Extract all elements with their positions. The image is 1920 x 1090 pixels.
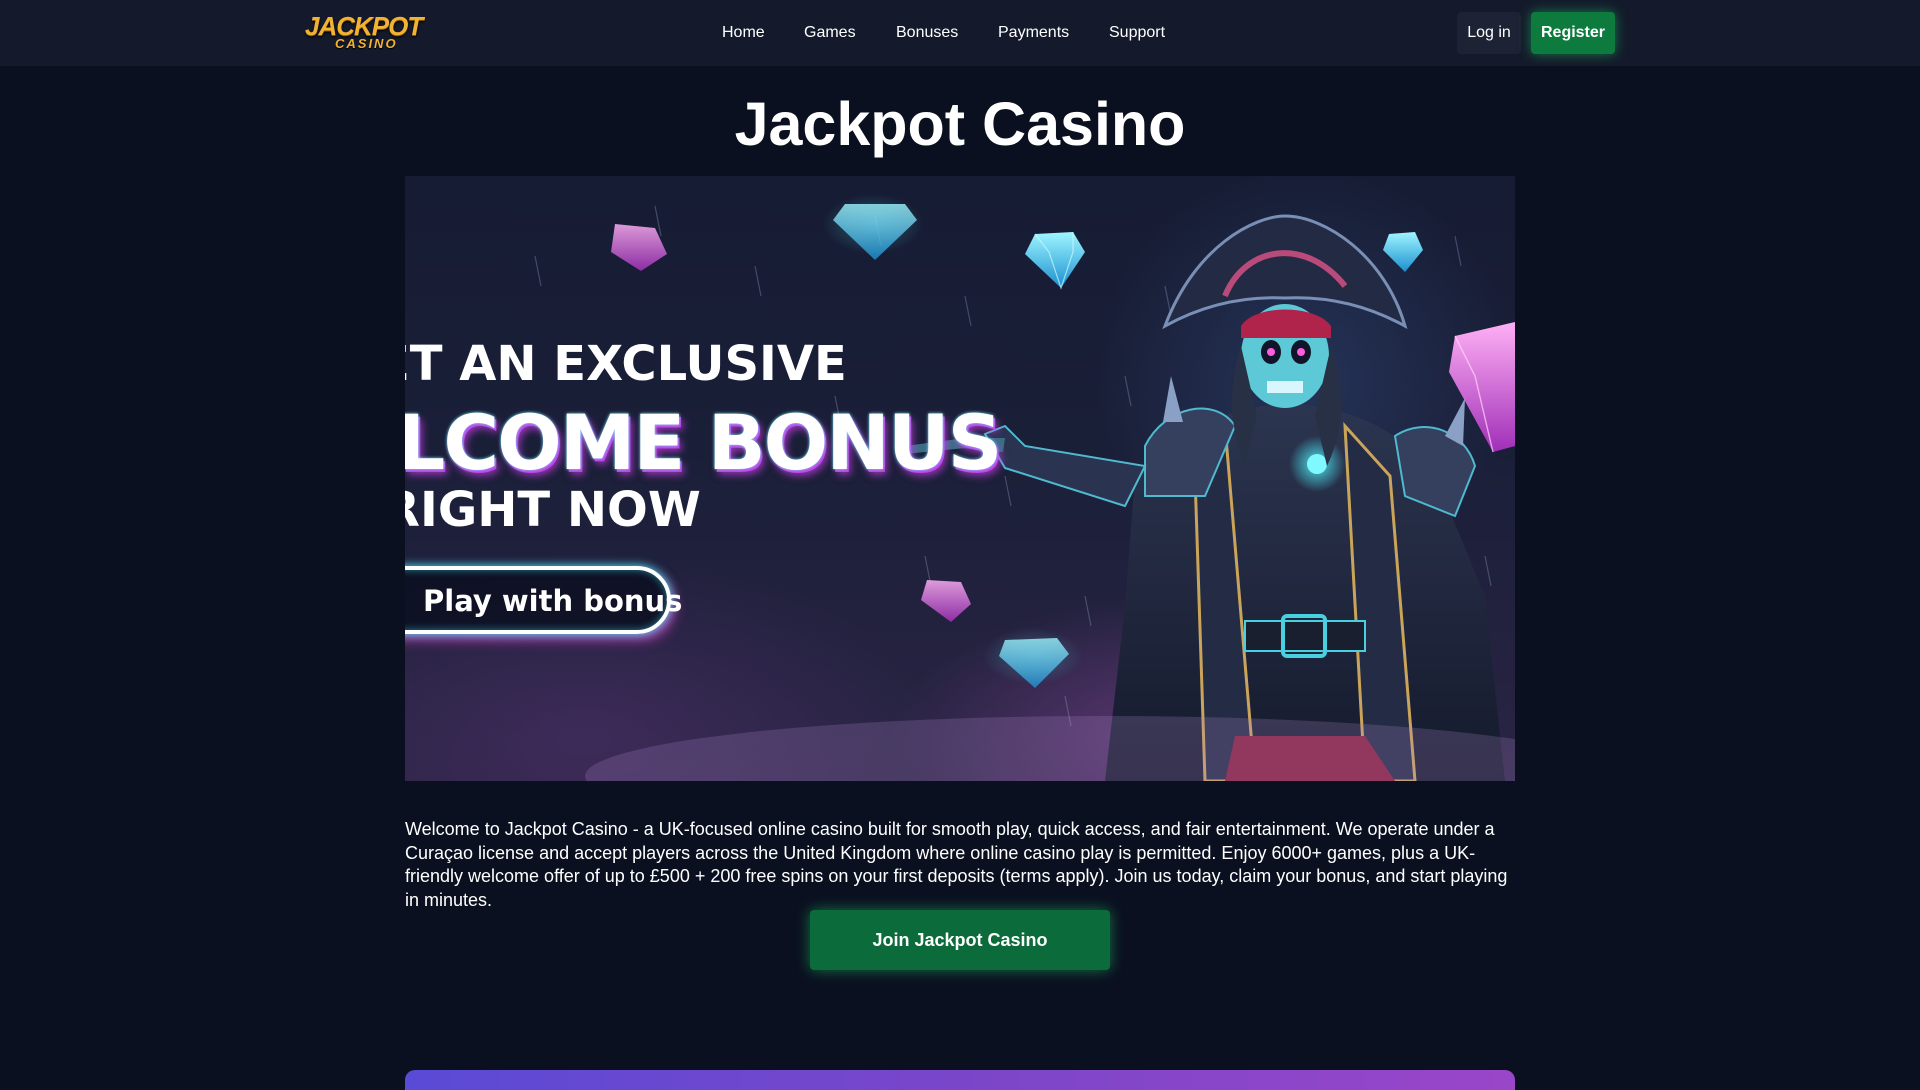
play-with-bonus-label: Play with bonus	[423, 584, 683, 618]
page-title: Jackpot Casino	[734, 90, 1186, 158]
gem-cyan-4	[983, 628, 1083, 688]
register-button[interactable]: Register	[1531, 12, 1615, 54]
login-button[interactable]: Log in	[1457, 12, 1521, 54]
nav-link-games[interactable]: Games	[804, 22, 856, 44]
hero-banner[interactable]: ET AN EXCLUSIVE ELCOME BONUS RIGHT NOW P…	[405, 176, 1515, 781]
nav-link-home[interactable]: Home	[722, 22, 765, 44]
top-navbar: JACKPOT CASINO Home Games Bonuses Paymen…	[0, 0, 1920, 66]
gem-pink-1	[611, 224, 667, 271]
gem-pink-3	[921, 580, 971, 622]
site-logo[interactable]: JACKPOT CASINO	[305, 12, 429, 54]
play-with-bonus-button[interactable]: Play with bonus	[405, 566, 682, 634]
hero-headline-line2: ELCOME BONUS	[405, 398, 1002, 487]
gem-cyan-3	[1383, 232, 1423, 272]
gem-cyan-2	[1025, 232, 1085, 290]
nav-link-support[interactable]: Support	[1109, 22, 1165, 44]
logo-wordmark-bottom: CASINO	[335, 36, 398, 51]
nav-link-payments[interactable]: Payments	[998, 22, 1069, 44]
join-casino-button[interactable]: Join Jackpot Casino	[810, 910, 1110, 970]
intro-paragraph: Welcome to Jackpot Casino - a UK-focused…	[405, 819, 1508, 910]
gem-cyan-1	[823, 194, 923, 260]
nav-link-bonuses[interactable]: Bonuses	[896, 22, 958, 44]
next-section-banner-edge	[405, 1070, 1515, 1090]
pirate-skeleton-illustration	[905, 214, 1505, 781]
hero-headline-line3: RIGHT NOW	[405, 482, 701, 538]
hero-headline-line1: ET AN EXCLUSIVE	[405, 336, 847, 392]
